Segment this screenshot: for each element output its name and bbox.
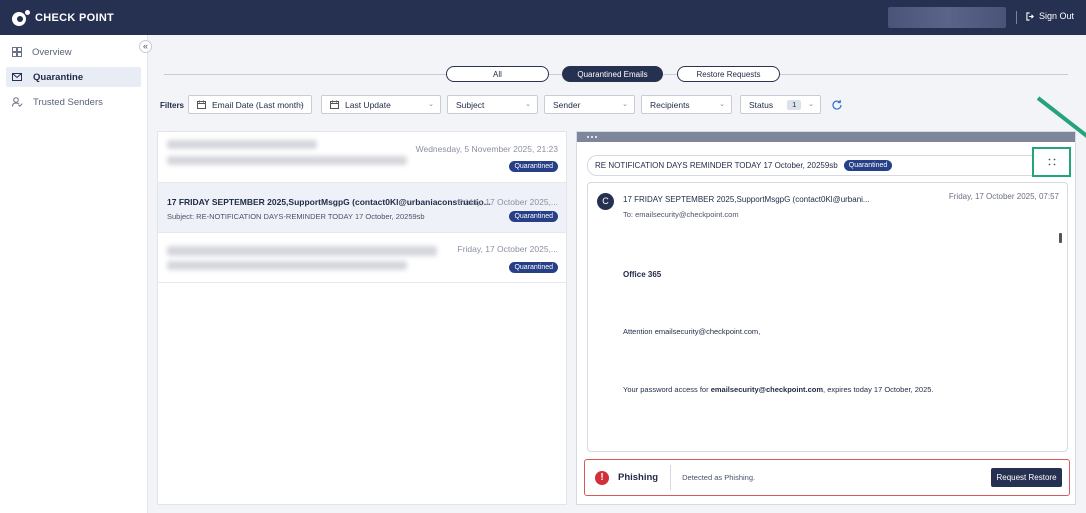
user-check-icon [12,97,23,107]
last-update-filter-label: Last Update [345,99,391,110]
checkpoint-logo-icon [12,9,30,26]
verdict-description: Detected as Phishing. [682,473,756,482]
user-name-redacted [888,7,1006,28]
tab-quarantined-emails[interactable]: Quarantined Emails [562,66,663,82]
list-item[interactable]: 17 FRIDAY SEPTEMBER 2025,SupportMsgpG (c… [158,183,566,233]
top-bar: CHECK POINT Sign Out [0,0,1086,35]
status-badge: Quarantined [509,211,558,222]
sign-out-label: Sign Out [1039,11,1075,21]
recipients-filter[interactable]: Recipients ⌄ [641,95,732,114]
scrollbar[interactable] [1059,233,1062,243]
alert-icon: ! [595,470,609,485]
verdict-bar: ! Phishing Detected as Phishing. Request… [584,459,1070,496]
sign-out-button[interactable]: Sign Out [1026,11,1074,21]
sidebar-item-quarantine[interactable]: Quarantine [6,67,141,87]
redacted-text [167,140,317,149]
status-badge: Quarantined [843,160,893,171]
main-content: All Quarantined Emails Restore Requests … [148,35,1086,513]
email-date: Wednesday, 5 November 2025, 21:23 [415,144,558,154]
refresh-icon[interactable] [831,99,843,111]
sidebar-item-label: Overview [32,46,72,58]
chevron-down-icon: ⌄ [525,101,531,108]
chevron-down-icon: ⌄ [808,101,814,108]
email-preview-panel: RE NOTIFICATION DAYS REMINDER TODAY 17 O… [576,131,1076,505]
request-restore-button[interactable]: Request Restore [991,468,1062,487]
email-sender: 17 FRIDAY SEPTEMBER 2025,SupportMsgpG (c… [167,197,491,207]
subject-filter-label: Subject [456,99,485,110]
annotation-arrow [1036,96,1086,138]
tab-restore-requests[interactable]: Restore Requests [677,66,780,82]
status-filter-label: Status [749,99,774,110]
calendar-icon [197,100,206,109]
body-password-line: Your password access for emailsecurity@c… [623,385,934,394]
redacted-text [167,246,437,256]
sidebar-item-trusted-senders[interactable]: Trusted Senders [6,92,141,112]
list-item[interactable]: Wednesday, 5 November 2025, 21:23 Quaran… [158,132,566,183]
redacted-text [167,261,407,270]
preview-header-bar [577,132,1075,142]
checkpoint-logo[interactable]: CHECK POINT [12,9,115,26]
subject-filter[interactable]: Subject ⌄ [447,95,538,114]
message-recipient: To: emailsecurity@checkpoint.com [623,210,739,219]
sender-filter[interactable]: Sender ⌄ [544,95,635,114]
sender-filter-label: Sender [553,99,581,110]
message-date: Friday, 17 October 2025, 07:57 [948,192,1059,201]
chevron-down-icon: ⌄ [622,101,628,108]
logo-text: CHECK POINT [35,11,115,24]
verdict-title: Phishing [618,472,659,483]
status-badge: Quarantined [509,161,558,172]
message-sender: 17 FRIDAY SEPTEMBER 2025,SupportMsgpG (c… [623,195,870,204]
calendar-icon [330,100,339,109]
sidebar: « Overview Quarantine Trusted Senders [0,35,152,513]
chevron-down-icon: ⌄ [719,101,725,108]
chevron-down-icon: ⌄ [428,101,434,108]
message-body: C 17 FRIDAY SEPTEMBER 2025,SupportMsgpG … [587,182,1068,452]
body-heading: Office 365 [623,270,662,279]
chevron-down-icon: ⌄ [299,101,305,108]
redacted-text [167,156,407,165]
preview-subject-bar: RE NOTIFICATION DAYS REMINDER TODAY 17 O… [587,155,1068,176]
body-attention: Attention emailsecurity@checkpoint.com, [623,327,761,336]
status-filter[interactable]: Status 1 ⌄ [740,95,821,114]
tab-all[interactable]: All [446,66,549,82]
divider [670,465,672,490]
status-count-badge: 1 [787,99,802,110]
email-list: Wednesday, 5 November 2025, 21:23 Quaran… [157,131,567,505]
divider [1016,11,1017,24]
mail-quarantine-icon [12,72,22,81]
recipients-filter-label: Recipients [650,99,690,110]
last-update-filter[interactable]: Last Update ⌄ [321,95,441,114]
grid-icon [12,47,22,57]
collapse-sidebar-button[interactable]: « [139,40,152,53]
preview-subject: RE NOTIFICATION DAYS REMINDER TODAY 17 O… [595,161,838,170]
sign-out-icon [1026,11,1034,21]
email-date: Friday, 17 October 2025,... [457,197,558,207]
avatar: C [597,193,614,210]
sidebar-item-label: Trusted Senders [33,96,103,108]
list-item[interactable]: Friday, 17 October 2025,... Quarantined [158,233,566,283]
email-date: Friday, 17 October 2025,... [457,244,558,254]
sidebar-item-overview[interactable]: Overview [6,42,141,62]
filters-label: Filters [160,100,185,110]
email-date-filter[interactable]: Email Date (Last month) ⌄ [188,95,312,114]
sidebar-item-label: Quarantine [33,71,84,83]
status-badge: Quarantined [509,262,558,273]
email-date-filter-label: Email Date (Last month) [212,99,304,110]
email-subject: Subject: RE-NOTIFICATION DAYS-REMINDER T… [167,212,425,221]
